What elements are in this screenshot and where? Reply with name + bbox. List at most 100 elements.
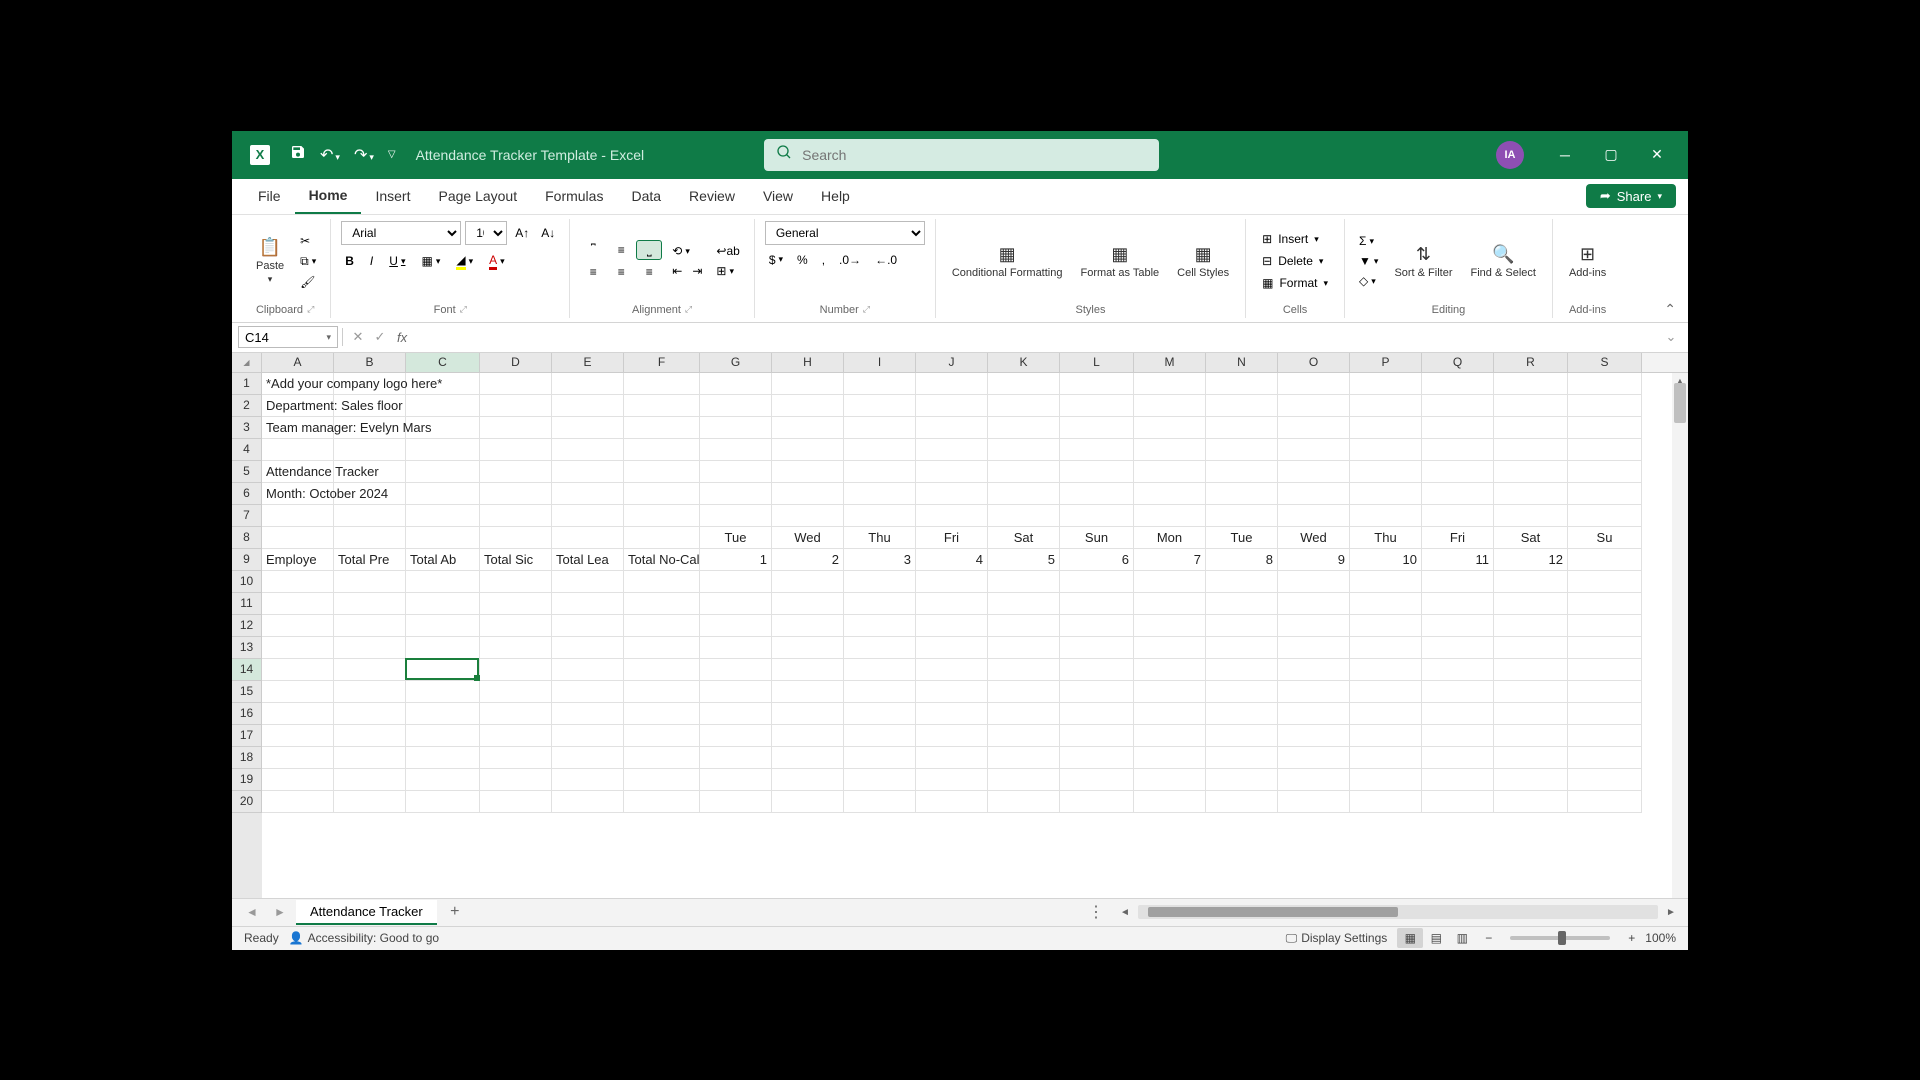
cell[interactable] bbox=[406, 483, 480, 505]
autosum-button[interactable]: Σ▾ bbox=[1355, 232, 1382, 250]
tab-data[interactable]: Data bbox=[617, 178, 675, 214]
cell[interactable] bbox=[1422, 703, 1494, 725]
cell[interactable] bbox=[406, 725, 480, 747]
cell[interactable] bbox=[1278, 637, 1350, 659]
cell[interactable] bbox=[480, 395, 552, 417]
cell[interactable] bbox=[916, 439, 988, 461]
cell[interactable] bbox=[1278, 571, 1350, 593]
cell[interactable] bbox=[700, 483, 772, 505]
column-header[interactable]: N bbox=[1206, 353, 1278, 372]
cell[interactable] bbox=[700, 439, 772, 461]
cell[interactable] bbox=[844, 747, 916, 769]
cell[interactable]: 7 bbox=[1134, 549, 1206, 571]
cell[interactable] bbox=[1422, 725, 1494, 747]
cell[interactable] bbox=[844, 373, 916, 395]
cell[interactable]: 8 bbox=[1206, 549, 1278, 571]
cell[interactable] bbox=[700, 395, 772, 417]
cell[interactable] bbox=[624, 395, 700, 417]
cell[interactable]: Fri bbox=[1422, 527, 1494, 549]
cell[interactable] bbox=[1278, 725, 1350, 747]
fill-color-button[interactable]: ◢▾ bbox=[452, 251, 477, 272]
horizontal-scrollbar[interactable] bbox=[1138, 905, 1658, 919]
cell[interactable] bbox=[916, 483, 988, 505]
cell[interactable] bbox=[624, 791, 700, 813]
minimize-button[interactable]: ─ bbox=[1542, 131, 1588, 179]
decrease-indent-button[interactable]: ⇤ bbox=[668, 262, 686, 280]
clipboard-launcher-icon[interactable]: ⤢ bbox=[307, 304, 314, 315]
cell[interactable] bbox=[262, 659, 334, 681]
cell[interactable] bbox=[1278, 461, 1350, 483]
cell[interactable] bbox=[262, 703, 334, 725]
cell[interactable] bbox=[1568, 505, 1642, 527]
cell[interactable] bbox=[1568, 417, 1642, 439]
cell[interactable] bbox=[844, 593, 916, 615]
cell[interactable] bbox=[1060, 417, 1134, 439]
cell[interactable] bbox=[1206, 417, 1278, 439]
cell[interactable] bbox=[552, 395, 624, 417]
cell[interactable] bbox=[262, 725, 334, 747]
cell[interactable] bbox=[700, 461, 772, 483]
tab-help[interactable]: Help bbox=[807, 178, 864, 214]
cell[interactable] bbox=[334, 659, 406, 681]
cell[interactable] bbox=[1278, 593, 1350, 615]
cell[interactable] bbox=[1134, 615, 1206, 637]
cell[interactable] bbox=[552, 725, 624, 747]
cell[interactable]: Month: October 2024 bbox=[262, 483, 334, 505]
column-header[interactable]: R bbox=[1494, 353, 1568, 372]
cell[interactable] bbox=[480, 659, 552, 681]
cell[interactable] bbox=[1134, 659, 1206, 681]
fill-button[interactable]: ▼▾ bbox=[1355, 252, 1382, 270]
cell[interactable] bbox=[1494, 461, 1568, 483]
cell[interactable] bbox=[1568, 703, 1642, 725]
cell[interactable] bbox=[262, 791, 334, 813]
find-select-button[interactable]: 🔍Find & Select bbox=[1465, 240, 1542, 283]
cell[interactable] bbox=[1350, 373, 1422, 395]
cell[interactable] bbox=[1568, 571, 1642, 593]
row-header[interactable]: 10 bbox=[232, 571, 262, 593]
cell[interactable] bbox=[1060, 747, 1134, 769]
cell[interactable] bbox=[1494, 747, 1568, 769]
cell[interactable] bbox=[988, 439, 1060, 461]
column-header[interactable]: S bbox=[1568, 353, 1642, 372]
cell[interactable] bbox=[406, 791, 480, 813]
cell[interactable] bbox=[1134, 769, 1206, 791]
tab-page-layout[interactable]: Page Layout bbox=[424, 178, 531, 214]
cell[interactable] bbox=[334, 637, 406, 659]
cell[interactable] bbox=[1206, 505, 1278, 527]
column-header[interactable]: C bbox=[406, 353, 480, 372]
cell[interactable] bbox=[1568, 769, 1642, 791]
cell[interactable] bbox=[700, 417, 772, 439]
cell[interactable] bbox=[1278, 417, 1350, 439]
cell[interactable] bbox=[1422, 571, 1494, 593]
cell[interactable] bbox=[552, 659, 624, 681]
cell[interactable] bbox=[262, 681, 334, 703]
column-header[interactable]: P bbox=[1350, 353, 1422, 372]
wrap-text-button[interactable]: ↩ab bbox=[712, 242, 743, 260]
cell[interactable] bbox=[916, 417, 988, 439]
cell[interactable] bbox=[1278, 791, 1350, 813]
cell[interactable] bbox=[772, 637, 844, 659]
search-box[interactable] bbox=[764, 139, 1159, 171]
cell[interactable] bbox=[552, 505, 624, 527]
cell[interactable] bbox=[1494, 439, 1568, 461]
cell[interactable] bbox=[1422, 593, 1494, 615]
delete-cells-button[interactable]: ⊟Delete▾ bbox=[1256, 251, 1334, 271]
font-launcher-icon[interactable]: ⤢ bbox=[460, 304, 467, 315]
cell[interactable] bbox=[624, 769, 700, 791]
user-avatar[interactable]: IA bbox=[1496, 141, 1524, 169]
number-format-select[interactable]: General bbox=[765, 221, 925, 245]
column-header[interactable]: E bbox=[552, 353, 624, 372]
cell[interactable] bbox=[1060, 615, 1134, 637]
cell[interactable] bbox=[844, 461, 916, 483]
cell[interactable] bbox=[1494, 417, 1568, 439]
cell[interactable] bbox=[1422, 791, 1494, 813]
cell[interactable] bbox=[1350, 659, 1422, 681]
cell[interactable] bbox=[552, 439, 624, 461]
cell[interactable] bbox=[1134, 395, 1206, 417]
cell[interactable] bbox=[1060, 659, 1134, 681]
cell[interactable] bbox=[844, 417, 916, 439]
cell[interactable] bbox=[1134, 703, 1206, 725]
cell[interactable] bbox=[1350, 505, 1422, 527]
row-header[interactable]: 11 bbox=[232, 593, 262, 615]
cell[interactable] bbox=[1422, 483, 1494, 505]
